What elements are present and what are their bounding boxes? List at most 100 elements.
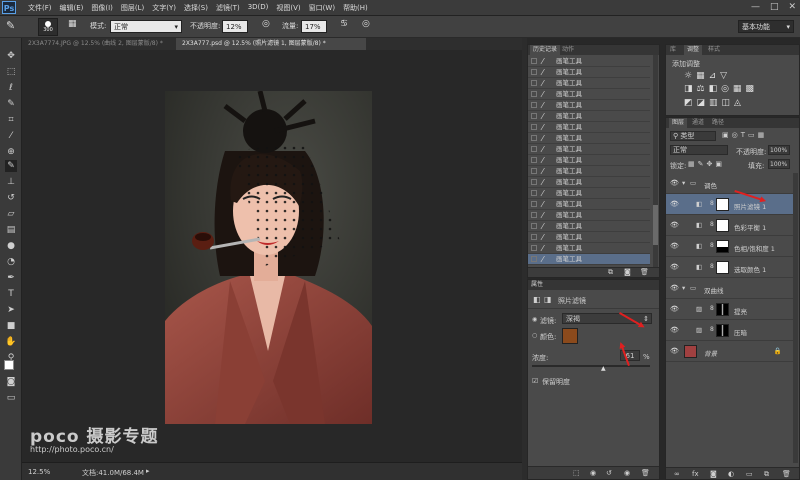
layer-row[interactable]: 👁 ▨ 8 提亮 [666,299,794,320]
move-tool-icon[interactable]: ✥ [5,50,17,62]
checkbox-icon[interactable] [531,124,537,130]
history-item[interactable]: ⁄ 画笔工具 [528,188,650,199]
checkbox-icon[interactable] [531,245,537,251]
density-slider-thumb[interactable]: ▲ [601,365,606,372]
camera-icon[interactable]: ◙ [624,268,631,276]
eye-icon[interactable]: 👁 [670,200,679,208]
checkbox-icon[interactable] [531,179,537,185]
layers-scrollbar[interactable] [793,173,798,463]
layer-row[interactable]: 👁 ◧ 8 选取颜色 1 [666,257,794,278]
chevron-down-icon[interactable]: ▾ [682,284,685,292]
chain-icon[interactable]: 8 [710,242,714,249]
checkbox-icon[interactable] [531,69,537,75]
eye-icon[interactable]: 👁 [670,305,679,313]
history-item[interactable]: ⁄ 画笔工具 [528,254,650,265]
brush-panel-icon[interactable]: ▦ [68,19,77,29]
tab-channels[interactable]: 通道 [692,118,704,128]
trash-icon[interactable]: 🗑 [641,469,650,477]
history-item[interactable]: ⁄ 画笔工具 [528,78,650,89]
pressure-size-icon[interactable]: ◎ [362,19,370,29]
chain-icon[interactable]: 8 [710,263,714,270]
tab-paths[interactable]: 路径 [712,118,724,128]
menu-image[interactable]: 图像(I) [91,3,113,13]
adjustment-icons-row-2[interactable]: ◨⚖◧◎▦▩ [684,84,758,94]
color-radio[interactable]: ○ [532,332,537,339]
trash-icon[interactable]: 🗑 [782,470,791,478]
add-mask-icon[interactable]: ◙ [710,470,717,478]
history-scrollbar[interactable] [653,55,658,267]
checkbox-icon[interactable] [531,234,537,240]
checkbox-icon[interactable] [531,223,537,229]
checkbox-icon[interactable] [531,135,537,141]
layer-filter-select[interactable]: ⚲ 类型 [670,131,716,141]
history-item[interactable]: ⁄ 画笔工具 [528,133,650,144]
marquee-tool-icon[interactable]: ⬚ [5,66,17,78]
history-item[interactable]: ⁄ 画笔工具 [528,155,650,166]
chain-icon[interactable]: 8 [710,326,714,333]
lasso-tool-icon[interactable]: ℓ [5,82,17,94]
checkbox-icon[interactable] [531,91,537,97]
crop-tool-icon[interactable]: ⌗ [5,114,17,126]
history-item[interactable]: ⁄ 画笔工具 [528,56,650,67]
layer-row[interactable]: 👁 ▨ 8 压暗 [666,320,794,341]
menu-3d[interactable]: 3D(D) [248,3,269,13]
new-layer-icon[interactable]: ⧉ [764,470,769,479]
document-tab[interactable]: 2X3A7774.JPG @ 12.5% (曲线 2, 图层蒙版/8) * [22,38,174,50]
menu-type[interactable]: 文字(Y) [152,3,176,13]
type-tool-icon[interactable]: T [5,288,17,300]
clip-to-layer-icon[interactable]: ⬚ [573,469,580,477]
menu-view[interactable]: 视图(V) [276,3,300,13]
checkbox-icon[interactable] [531,102,537,108]
screen-mode-icon[interactable]: ▭ [5,392,17,404]
checkbox-icon[interactable] [531,146,537,152]
history-item[interactable]: ⁄ 画笔工具 [528,210,650,221]
healing-brush-tool-icon[interactable]: ⊕ [5,146,17,158]
tab-history[interactable]: 历史记录 [530,45,561,55]
view-previous-icon[interactable]: ◉ [590,469,596,477]
checkbox-icon[interactable] [531,80,537,86]
layer-filter-icons[interactable]: ▣◎T▭▦ [722,131,767,139]
history-brush-tool-icon[interactable]: ↺ [5,192,17,204]
chain-icon[interactable]: 8 [710,305,714,312]
layer-row[interactable]: 👁 ◧ 8 色彩平衡 1 [666,215,794,236]
clone-stamp-tool-icon[interactable]: ⊥ [5,176,17,188]
eye-icon[interactable]: 👁 [670,263,679,271]
chain-icon[interactable]: 8 [710,221,714,228]
rectangle-tool-icon[interactable]: ■ [5,320,17,332]
checkbox-icon[interactable] [531,212,537,218]
document-tab-active[interactable]: 2X3A777.psd @ 12.5% (照片滤镜 1, 图层蒙版/8) * [176,38,366,50]
eye-icon[interactable]: 👁 [670,179,679,187]
history-item[interactable]: ⁄ 画笔工具 [528,221,650,232]
eye-icon[interactable]: 👁 [670,242,679,250]
history-item[interactable]: ⁄ 画笔工具 [528,199,650,210]
eye-icon[interactable]: 👁 [670,347,679,355]
blur-tool-icon[interactable]: ● [5,240,17,252]
mode-select[interactable]: 正常 ▾ [110,20,182,33]
path-selection-tool-icon[interactable]: ➤ [5,304,17,316]
layer-mask-thumbnail[interactable] [716,303,729,316]
dodge-tool-icon[interactable]: ◔ [5,256,17,268]
eraser-tool-icon[interactable]: ▱ [5,208,17,220]
filter-radio[interactable]: ◉ [532,316,537,323]
menu-select[interactable]: 选择(S) [184,3,208,13]
menu-edit[interactable]: 编辑(E) [60,3,84,13]
menu-filter[interactable]: 滤镜(T) [216,3,240,13]
brush-tool-icon[interactable]: ✎ [6,19,15,32]
foreground-color-swatch[interactable] [4,360,14,370]
quick-mask-icon[interactable]: ◙ [5,376,17,388]
reset-icon[interactable]: ↺ [606,469,612,477]
layer-mask-thumbnail[interactable] [716,261,729,274]
lock-icons[interactable]: ▦✎✥▣ [688,160,725,168]
layer-mask-thumbnail[interactable] [716,219,729,232]
fill-input[interactable]: 100% [768,159,790,169]
menu-file[interactable]: 文件(F) [28,3,52,13]
airbrush-icon[interactable]: ♋ [340,19,348,29]
workspace-select[interactable]: 基本功能 ▾ [738,20,794,33]
layer-row[interactable]: 👁 ◧ 8 照片滤镜 1 [666,194,794,215]
preserve-luminosity-checkbox[interactable]: ☑ [532,377,538,385]
history-item[interactable]: ⁄ 画笔工具 [528,166,650,177]
pressure-opacity-icon[interactable]: ◎ [262,19,270,29]
visibility-icon[interactable]: ◉ [624,469,630,477]
hand-tool-icon[interactable]: ✋ [5,336,17,348]
zoom-level[interactable]: 12.5% [28,468,50,476]
